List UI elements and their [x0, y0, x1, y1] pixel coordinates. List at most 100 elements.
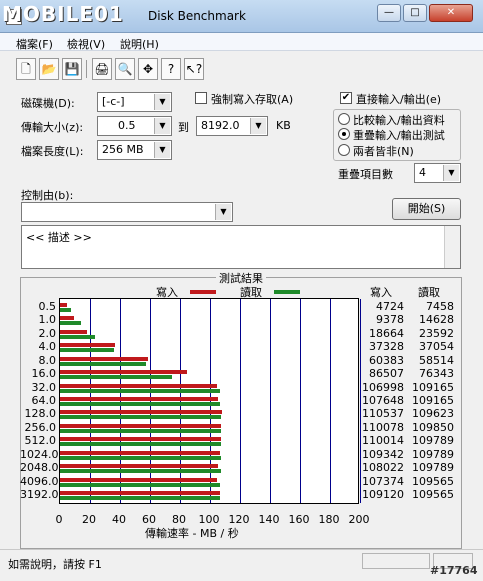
transfer-to-select[interactable]: 8192.0 ▼: [196, 116, 268, 136]
read-value: 109565: [412, 474, 454, 488]
row-label: 4096.0: [20, 474, 59, 488]
description-text: << 描述 >>: [26, 231, 92, 244]
transfer-to-value: 8192.0: [201, 119, 240, 132]
write-bar: [60, 329, 88, 334]
read-bar: [60, 321, 82, 326]
status-help-text: 如需說明，請按 F1: [8, 558, 102, 571]
x-axis-label: 傳輸速率 - MB / 秒: [145, 527, 239, 540]
move-icon[interactable]: ✥: [138, 58, 158, 80]
read-bar: [60, 469, 221, 474]
start-button[interactable]: 開始(S): [392, 198, 461, 220]
row-label: 2.0: [38, 326, 57, 340]
col-read-header: 讀取: [418, 286, 440, 299]
print-preview-icon[interactable]: 🔍: [115, 58, 135, 80]
open-icon[interactable]: 📂: [39, 58, 59, 80]
minimize-button[interactable]: —: [377, 4, 401, 22]
help-icon[interactable]: ?: [161, 58, 181, 80]
write-value: 106998: [362, 380, 404, 394]
read-bar: [60, 442, 221, 447]
file-length-value: 256 MB: [102, 143, 144, 156]
write-bar: [60, 477, 218, 482]
write-bar: [60, 410, 222, 415]
legend-write-swatch: [190, 290, 216, 294]
description-box[interactable]: << 描述 >>: [21, 225, 461, 269]
read-bar: [60, 388, 220, 393]
read-bar: [60, 348, 115, 353]
col-write-header: 寫入: [370, 286, 392, 299]
neither-radio[interactable]: [338, 144, 350, 156]
save-icon[interactable]: 💾: [62, 58, 82, 80]
read-value: 109789: [412, 447, 454, 461]
write-value: 107374: [362, 474, 404, 488]
read-value: 109165: [412, 394, 454, 407]
menu-help[interactable]: 說明(H): [120, 36, 159, 52]
write-bar: [60, 383, 217, 388]
read-bar: [60, 307, 71, 312]
force-write-checkbox[interactable]: [195, 92, 207, 104]
x-tick-label: 100: [198, 513, 220, 526]
controller-select[interactable]: ▼: [21, 202, 233, 222]
read-value: 109789: [412, 461, 454, 475]
write-bar: [60, 370, 187, 375]
maximize-button[interactable]: □: [403, 4, 427, 22]
x-tick-label: 120: [228, 513, 250, 526]
row-label: 32.0: [31, 380, 57, 394]
watermark-logo: MOBILE01: [2, 2, 124, 26]
read-bar: [60, 402, 220, 406]
read-bar: [60, 496, 221, 501]
context-help-icon[interactable]: ↖?: [184, 58, 204, 80]
transfer-from-select[interactable]: 0.5 ▼: [97, 116, 172, 136]
write-bar: [60, 450, 221, 455]
overlapped-io-radio[interactable]: [338, 128, 350, 140]
io-compare-radio[interactable]: [338, 113, 350, 125]
row-label: 0.5: [38, 299, 57, 313]
chevron-down-icon: ▼: [154, 118, 170, 134]
row-label: 8.0: [38, 353, 57, 367]
queue-depth-label: 重疊項目數: [338, 168, 393, 181]
grid-line: [270, 299, 271, 503]
read-value: 7458: [426, 299, 454, 313]
write-value: 110537: [362, 407, 404, 421]
controller-label: 控制由(b):: [21, 189, 74, 202]
read-bar: [60, 428, 221, 433]
read-bar: [60, 361, 146, 366]
chevron-down-icon: ▼: [154, 142, 170, 158]
write-value: 107648: [362, 394, 404, 407]
close-button[interactable]: ✕: [429, 4, 473, 22]
x-tick-label: 20: [82, 513, 96, 526]
file-length-select[interactable]: 256 MB ▼: [97, 140, 172, 160]
chevron-down-icon: ▼: [215, 204, 231, 220]
x-tick-label: 200: [348, 513, 370, 526]
write-bar: [60, 423, 222, 428]
to-label: 到: [178, 121, 189, 134]
chevron-down-icon: ▼: [443, 165, 459, 181]
print-icon[interactable]: 🖨: [92, 58, 112, 80]
description-scrollbar[interactable]: [444, 226, 460, 268]
row-label: 256.0: [24, 420, 57, 434]
row-label: 16.0: [31, 367, 57, 381]
grid-line: [300, 299, 301, 503]
menu-view[interactable]: 檢視(V): [67, 36, 105, 52]
queue-depth-select[interactable]: 4 ▼: [414, 163, 461, 183]
write-bar: [60, 356, 149, 361]
read-value: 109789: [412, 434, 454, 448]
new-icon[interactable]: 🗋: [16, 58, 36, 80]
write-value: 9378: [376, 313, 404, 327]
drive-select[interactable]: [-c-] ▼: [97, 92, 172, 112]
menu-file[interactable]: 檔案(F): [16, 36, 53, 52]
read-value: 37054: [419, 340, 454, 354]
direct-io-checkbox[interactable]: ✔: [340, 92, 352, 104]
read-bar: [60, 482, 221, 487]
read-value: 58514: [419, 353, 454, 367]
chart-plot-area: [59, 298, 361, 504]
toolbar-separator: [86, 60, 87, 78]
read-bar: [60, 375, 172, 380]
x-tick-label: 180: [318, 513, 340, 526]
direct-io-label: 直接輸入/輸出(e): [356, 93, 442, 106]
force-write-label: 強制寫入存取(A): [211, 93, 294, 106]
write-bar: [60, 491, 220, 496]
read-value: 109565: [412, 488, 454, 502]
row-label: 2048.0: [20, 461, 59, 475]
x-tick-label: 0: [55, 513, 63, 526]
overlapped-io-label: 重疊輸入/輸出測試: [353, 129, 445, 142]
